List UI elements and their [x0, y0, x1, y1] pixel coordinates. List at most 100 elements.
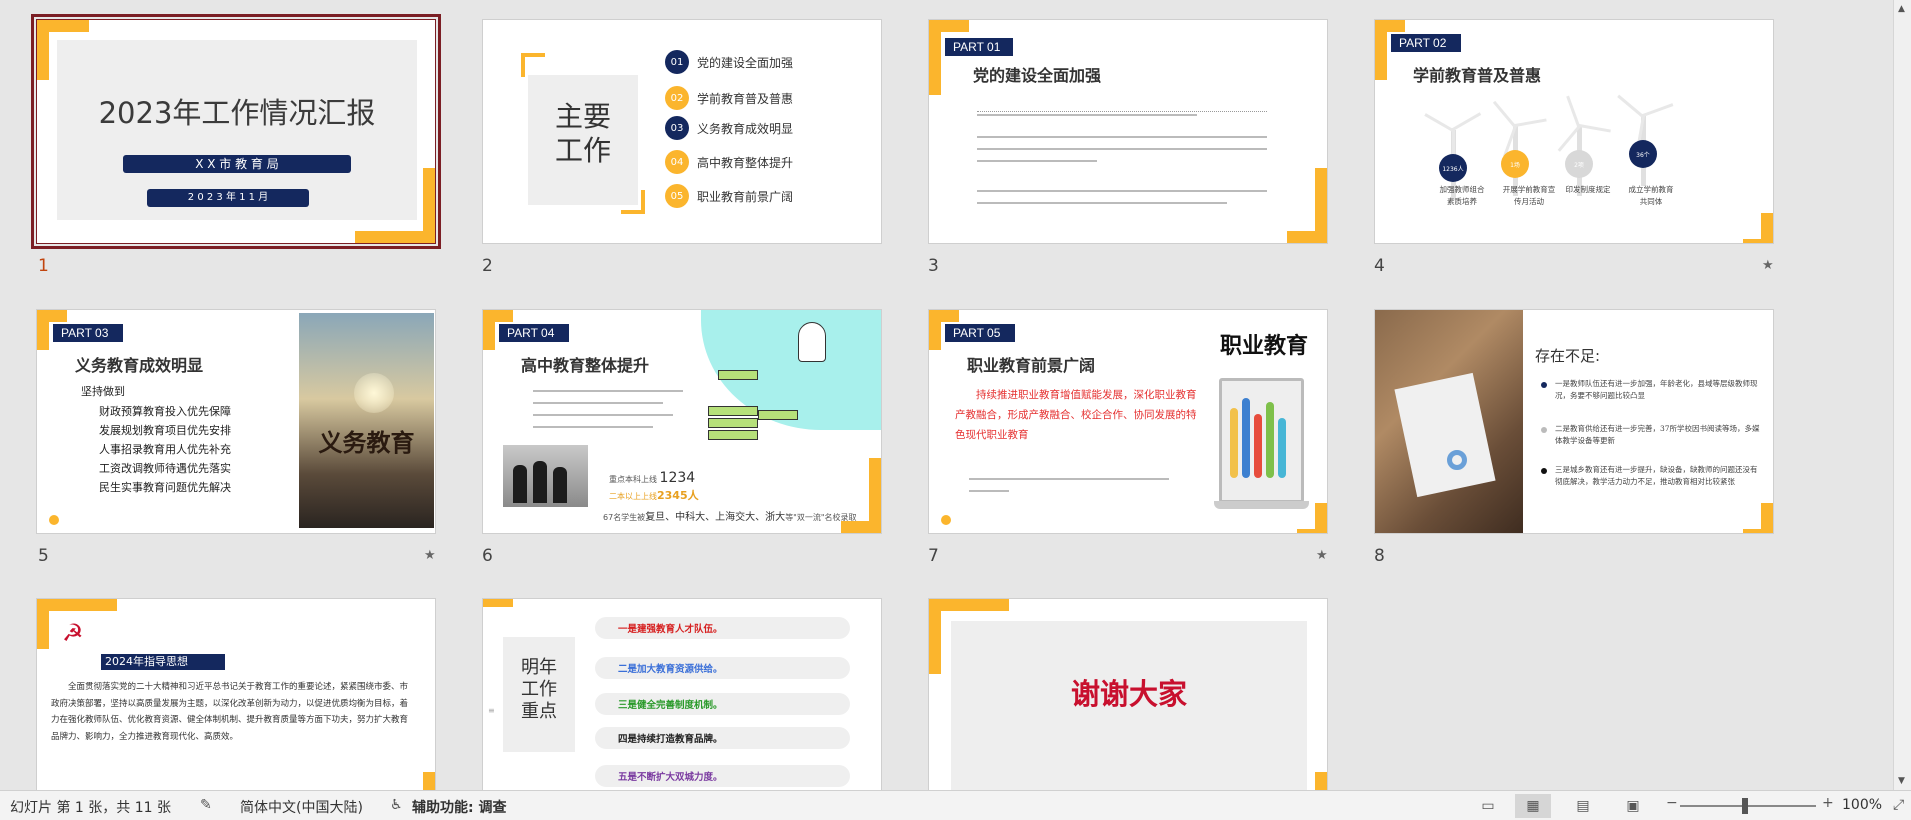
stat-label: 二本以上上线 [609, 492, 657, 501]
toc-number: 04 [665, 150, 689, 174]
slide-sorter-area: 2023年工作情况汇报 X X 市 教 育 局 2 0 2 3 年 1 1 月 … [0, 0, 1893, 790]
stat-badge: 2项 [1565, 150, 1593, 178]
slide-sorter-view-icon[interactable]: ▦ [1515, 794, 1551, 818]
corner-accent [1375, 20, 1405, 32]
stat-line: 67名学生被复旦、中科大、上海交大、浙大等"双一流"名校录取 [603, 508, 857, 523]
body-text-block [977, 160, 1097, 162]
zoom-slider-thumb[interactable] [1742, 798, 1748, 814]
body-text-block [977, 96, 1267, 112]
corner-accent [929, 310, 959, 322]
zoom-out-button[interactable]: − [1666, 795, 1678, 811]
language-status[interactable]: 简体中文(中国大陆) [240, 797, 363, 817]
bullet-dot [1541, 382, 1547, 388]
slide-number: 5 [38, 546, 49, 566]
lead-text: 坚持做到 [81, 385, 125, 398]
scroll-down-icon[interactable]: ▼ [1898, 776, 1905, 786]
list-item: 三是健全完善制度机制。 [618, 700, 723, 711]
vertical-scrollbar[interactable]: ▲ ▼ [1893, 0, 1911, 790]
slide-thumbnail-3[interactable]: PART 01 党的建设全面加强 [928, 19, 1328, 244]
body-text-block [969, 490, 1009, 492]
slide-title: 党的建设全面加强 [973, 66, 1102, 85]
party-emblem-icon: ☭ [62, 619, 84, 647]
slide-thumbnail-4[interactable]: PART 02 学前教育普及普惠 1236人 1场 2项 36个 加强教师组合素… [1374, 19, 1774, 244]
toc-label: 高中教育整体提升 [697, 155, 794, 170]
list-item: 三是城乡教育还有进一步提升，缺设备，缺教师的问题还没有彻底解决，教学活力动力不足… [1555, 465, 1758, 486]
zoom-level[interactable]: 100% [1842, 797, 1882, 813]
section-tag: 2024年指导思想 [101, 654, 225, 670]
slideshow-view-icon[interactable]: ▣ [1615, 794, 1651, 818]
zoom-slider-track[interactable] [1680, 805, 1816, 807]
animation-star-icon: ★ [1762, 258, 1774, 273]
body-text: 全面贯彻落实党的二十大精神和习近平总书记关于教育工作的重要论述，紧紧围绕市委、市… [51, 682, 409, 742]
stat-value: 2345人 [657, 489, 699, 502]
slide-thumbnail-1[interactable]: 2023年工作情况汇报 X X 市 教 育 局 2 0 2 3 年 1 1 月 [31, 14, 441, 249]
slide-number: 4 [1374, 256, 1385, 276]
corner-accent [483, 310, 513, 322]
slide-title: 学前教育普及普惠 [1413, 66, 1542, 85]
accessibility-icon[interactable]: ♿ [390, 797, 403, 813]
slide-thumbnail-9[interactable]: ☭ 2024年指导思想 全面贯彻落实党的二十大精神和习近平总书记关于教育工作的重… [36, 598, 436, 790]
fit-to-window-icon[interactable]: ⤢ [1893, 797, 1904, 813]
corner-accent [929, 599, 1009, 611]
body-text-block [533, 390, 683, 392]
list-item: 财政预算教育投入优先保障 [99, 405, 231, 418]
slide-number: 8 [1374, 546, 1385, 566]
slide-thumbnail-5[interactable]: PART 03 义务教育成效明显 坚持做到 财政预算教育投入优先保障 发展规划教… [36, 309, 436, 534]
normal-view-icon[interactable]: ▭ [1470, 794, 1506, 818]
slide-heading: 明年 工作 重点 [521, 657, 557, 722]
corner-accent [1743, 239, 1773, 243]
slide-thumbnail-7[interactable]: PART 05 职业教育前景广阔 持续推进职业教育增值赋能发展，深化职业教育产教… [928, 309, 1328, 534]
toc-label: 学前教育普及普惠 [697, 91, 794, 106]
toc-item: 01 党的建设全面加强 [665, 50, 793, 74]
slide-count-status[interactable]: 幻灯片 第 1 张，共 11 张 [10, 797, 171, 817]
body-text-block [977, 190, 1267, 192]
toc-number: 02 [665, 86, 689, 110]
corner-accent [1315, 772, 1327, 790]
scroll-up-icon[interactable]: ▲ [1898, 4, 1905, 14]
slide-title: 2023年工作情况汇报 [98, 96, 376, 130]
toc-item: 04 高中教育整体提升 [665, 150, 793, 174]
body-text-block [977, 114, 1197, 116]
slide-thumbnail-11[interactable]: 谢谢大家 [928, 598, 1328, 790]
slide-thumbnail-8[interactable]: 存在不足: 一是教师队伍还有进一步加强，年龄老化，县域等层级教师现况，务要不够问… [1374, 309, 1774, 534]
list-item: 四是持续打造教育品牌。 [618, 734, 723, 745]
zoom-in-button[interactable]: + [1822, 795, 1834, 811]
slide-thumbnail-2[interactable]: 主要 工作 01 党的建设全面加强 02 学前教育普及普惠 03 义务教育成效明显 0… [482, 19, 882, 244]
part-label: PART 01 [945, 38, 1013, 56]
list-item: 人事招录教育用人优先补充 [99, 443, 231, 456]
toc-number: 03 [665, 116, 689, 140]
stat-line: 二本以上上线2345人 [609, 487, 699, 503]
stat-caption: 加强教师组合素质培养 [1439, 185, 1485, 206]
reading-view-icon[interactable]: ▤ [1565, 794, 1601, 818]
stat-caption: 印发制度规定 [1565, 185, 1611, 194]
corner-accent [1743, 529, 1773, 533]
status-bar: 幻灯片 第 1 张，共 11 张 ✎ 简体中文(中国大陆) ♿ 辅助功能: 调查… [0, 790, 1911, 820]
slide-thumbnail-10[interactable]: 明年 工作 重点 ≡ 一是建强教育人才队伍。 二是加大教育资源供给。 三是健全完… [482, 598, 882, 790]
stat-badge: 36个 [1629, 140, 1657, 168]
body-text: 持续推进职业教育增值赋能发展，深化职业教育产教融合，形成产教融合、校企合作、协同… [955, 389, 1197, 441]
teacher-figure [798, 322, 826, 362]
stacked-books-illustration [708, 360, 798, 450]
body-text-block [977, 136, 1267, 138]
body-text-block [533, 426, 653, 428]
accessibility-status[interactable]: 辅助功能: 调查 [412, 797, 506, 817]
list-item: 二是加大教育资源供给。 [618, 664, 723, 675]
animation-star-icon: ★ [424, 548, 436, 563]
list-item: 二是教育供给还有进一步完善，37所学校因书阅读等场，多媒体教学设备等更新 [1555, 424, 1760, 445]
part-label: PART 02 [1391, 34, 1461, 52]
toc-item: 02 学前教育普及普惠 [665, 86, 793, 110]
wind-turbine-icon: 36个 [1617, 86, 1674, 196]
body-text-block [977, 148, 1267, 150]
slide-heading: 主要 工作 [554, 100, 611, 167]
notes-icon[interactable]: ✎ [200, 797, 212, 813]
slide-thumbnail-6[interactable]: PART 04 高中教育整体提升 重点本科上线 1234 二本以上上线2345人… [482, 309, 882, 534]
toc-item: 03 义务教育成效明显 [665, 116, 793, 140]
toc-label: 党的建设全面加强 [697, 55, 794, 70]
desk-photo [1375, 310, 1523, 533]
slide-title: 高中教育整体提升 [521, 356, 650, 375]
stat-caption: 开展学前教育宣传月活动 [1502, 185, 1556, 206]
corner-accent [521, 53, 545, 77]
toc-number: 01 [665, 50, 689, 74]
bullet-dot [1541, 427, 1547, 433]
stat-value: 1234 [659, 470, 696, 486]
